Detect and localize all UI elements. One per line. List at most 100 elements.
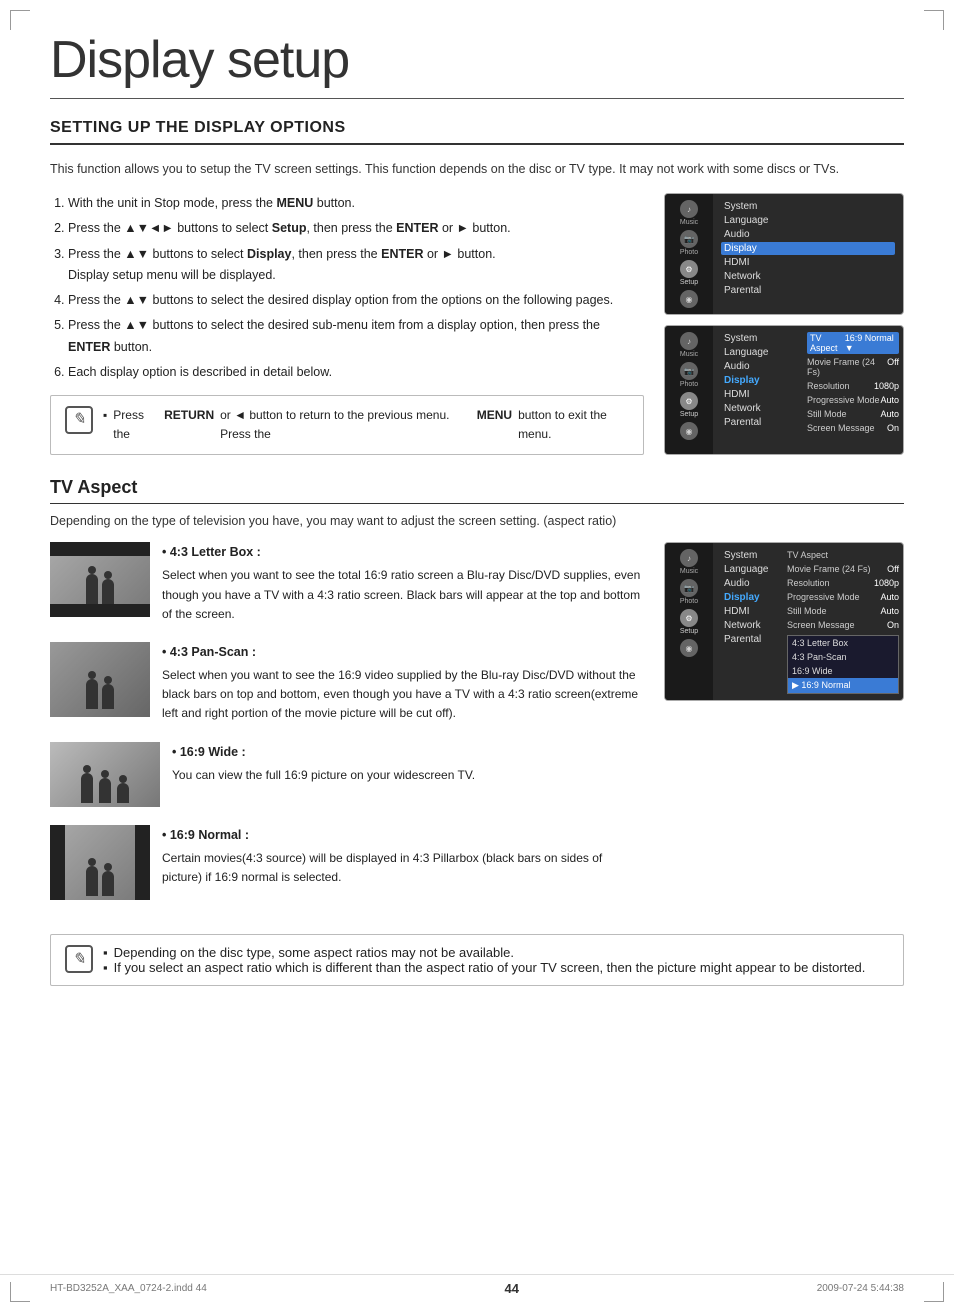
option-letterbox: • 4:3 Letter Box : Select when you want … (50, 542, 644, 624)
footer-left: HT-BD3252A_XAA_0724-2.indd 44 (50, 1283, 207, 1294)
bottom-note-box: ✎ Depending on the disc type, some aspec… (50, 934, 904, 986)
bottom-note-content: Depending on the disc type, some aspect … (103, 945, 889, 975)
panscan-image (50, 642, 150, 717)
pillarbox-left (50, 825, 65, 900)
step-4: Press the ▲▼ buttons to select the desir… (68, 290, 644, 311)
dropdown-item-3: 16:9 Wide (788, 664, 898, 678)
section1-intro: This function allows you to setup the TV… (50, 159, 904, 179)
letterbox-tv (50, 542, 150, 617)
instructions-area: With the unit in Stop mode, press the ME… (50, 193, 904, 467)
letterbox-bar-bottom (50, 604, 150, 618)
menu-content-3: System Language Audio Display HDMI Netwo… (713, 543, 783, 700)
note-content-1: Press the RETURN or ◄ button to return t… (103, 406, 629, 444)
page-title: Display setup (50, 30, 904, 99)
menu-content-2: System Language Audio Display HDMI Netwo… (713, 326, 803, 454)
note-box-1: ✎ Press the RETURN or ◄ button to return… (50, 395, 644, 455)
menu-screenshots-right: ♪ Music 📷 Photo ⚙ Setup ◉ (664, 193, 904, 467)
menu-sidebar-1: ♪ Music 📷 Photo ⚙ Setup ◉ (665, 194, 713, 314)
sidebar-photo: 📷 Photo (680, 230, 698, 256)
dropdown-menu: 4:3 Letter Box 4:3 Pan-Scan 16:9 Wide ▶ … (787, 635, 899, 694)
wide-title: • 16:9 Wide : (172, 742, 644, 762)
menu-box-1: ♪ Music 📷 Photo ⚙ Setup ◉ (664, 193, 904, 315)
wide-desc: You can view the full 16:9 picture on yo… (172, 766, 644, 785)
note-icon-2: ✎ (65, 945, 93, 973)
photo-icon: 📷 (680, 230, 698, 248)
menu-box-2: ♪ Music 📷 Photo ⚙ Setup ◉ (664, 325, 904, 455)
step-6: Each display option is described in deta… (68, 362, 644, 383)
gear-icon-2: ⚙ (680, 392, 698, 410)
dropdown-overlay: 4:3 Letter Box 4:3 Pan-Scan 16:9 Wide ▶ … (787, 635, 899, 694)
sidebar-setup-label: Setup (680, 279, 698, 286)
music-icon: ♪ (680, 200, 698, 218)
person-1a (86, 574, 98, 604)
sidebar-setup-2: ⚙ Setup (680, 392, 698, 418)
panscan-desc: Select when you want to see the 16:9 vid… (162, 666, 644, 724)
progressive-row: Progressive ModeAuto (807, 394, 899, 406)
aspect-menu-right: ♪ Music 📷 Photo ⚙ Setup ◉ (664, 542, 904, 917)
aspect-options-left: • 4:3 Letter Box : Select when you want … (50, 542, 644, 917)
letterbox-desc: Select when you want to see the total 16… (162, 566, 644, 624)
menu-hdmi-1: HDMI (721, 256, 895, 269)
sidebar-music-label: Music (680, 219, 698, 226)
menu-language-1: Language (721, 214, 895, 227)
sidebar-music-3: ♪ Music (680, 549, 698, 575)
gear-icon-1: ⚙ (680, 260, 698, 278)
aspect-options-area: • 4:3 Letter Box : Select when you want … (50, 542, 904, 917)
person-1b (102, 579, 114, 604)
disc-icon: ◉ (680, 290, 698, 308)
option-wide: • 16:9 Wide : You can view the full 16:9… (50, 742, 644, 807)
panscan-title: • 4:3 Pan-Scan : (162, 642, 644, 662)
menu-parental-1: Parental (721, 284, 895, 297)
sidebar-photo-2: 📷 Photo (680, 362, 698, 388)
menu-sidebar-3: ♪ Music 📷 Photo ⚙ Setup ◉ (665, 543, 713, 700)
disc-icon-3: ◉ (680, 639, 698, 657)
gear-icon-3: ⚙ (680, 609, 698, 627)
letterbox-scene (50, 556, 150, 604)
bottom-note-bullet-2: If you select an aspect ratio which is d… (103, 960, 889, 975)
dropdown-item-1: 4:3 Letter Box (788, 636, 898, 650)
step-2: Press the ▲▼◄► buttons to select Setup, … (68, 218, 644, 239)
menu-content-1: System Language Audio Display HDMI Netwo… (713, 194, 903, 314)
music-icon-2: ♪ (680, 332, 698, 350)
menu-display-1: Display (721, 242, 895, 255)
menu-display-panel-2: TV Aspect Movie Frame (24 Fs)Off Resolut… (783, 543, 903, 700)
person-3b (99, 778, 111, 803)
menu-system-1: System (721, 200, 895, 213)
steps-list: With the unit in Stop mode, press the ME… (50, 193, 644, 383)
panscan-tv (50, 642, 150, 717)
menu-audio-1: Audio (721, 228, 895, 241)
person-2a (86, 679, 98, 709)
person-3a (81, 773, 93, 803)
resolution-row: Resolution1080p (807, 380, 899, 392)
tv-aspect-row: TV Aspect16:9 Normal ▼ (807, 332, 899, 354)
menu-box-3: ♪ Music 📷 Photo ⚙ Setup ◉ (664, 542, 904, 701)
note-bullet-1: Press the RETURN or ◄ button to return t… (103, 406, 629, 444)
tv-aspect-row-2: TV Aspect (787, 549, 899, 561)
page-number: 44 (505, 1281, 519, 1296)
letterbox-title: • 4:3 Letter Box : (162, 542, 644, 562)
screen-msg-row: Screen MessageOn (807, 422, 899, 434)
sidebar-setup-3: ⚙ Setup (680, 609, 698, 635)
letterbox-image (50, 542, 150, 617)
music-icon-3: ♪ (680, 549, 698, 567)
wide-text: • 16:9 Wide : You can view the full 16:9… (172, 742, 644, 785)
dropdown-item-2: 4:3 Pan-Scan (788, 650, 898, 664)
disc-icon-2: ◉ (680, 422, 698, 440)
normal-image (50, 825, 150, 900)
letterbox-bar-top (50, 542, 150, 556)
option-normal: • 16:9 Normal : Certain movies(4:3 sourc… (50, 825, 644, 900)
sidebar-photo-3: 📷 Photo (680, 579, 698, 605)
sidebar-photo-label: Photo (680, 249, 698, 256)
letterbox-text: • 4:3 Letter Box : Select when you want … (162, 542, 644, 624)
normal-desc: Certain movies(4:3 source) will be displ… (162, 849, 644, 887)
panscan-text: • 4:3 Pan-Scan : Select when you want to… (162, 642, 644, 724)
normal-tv (50, 825, 150, 900)
step-3: Press the ▲▼ buttons to select Display, … (68, 244, 644, 287)
still-mode-row: Still ModeAuto (807, 408, 899, 420)
page-footer: HT-BD3252A_XAA_0724-2.indd 44 44 2009-07… (0, 1274, 954, 1296)
tv-aspect-intro: Depending on the type of television you … (50, 514, 904, 528)
person-4b (102, 871, 114, 896)
wide-tv (50, 742, 160, 807)
wide-scene (56, 773, 155, 803)
panscan-scene (60, 649, 140, 709)
